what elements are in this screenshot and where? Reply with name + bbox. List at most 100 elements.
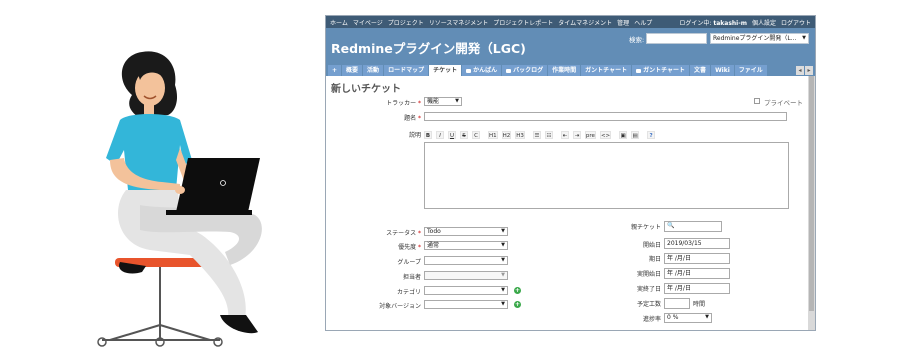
search-icon: 🔍 — [667, 222, 675, 229]
actual-start-date-label: 実開始日 — [636, 271, 661, 278]
chevron-down-icon: ▼ — [501, 272, 505, 278]
tab-documents[interactable]: 文書 — [690, 65, 711, 76]
link-icon[interactable]: <> — [599, 131, 612, 139]
status-label: ステータス * — [386, 230, 421, 237]
ordered-list-icon[interactable]: ☷ — [544, 131, 553, 139]
menu-help[interactable]: ヘルプ — [634, 18, 652, 27]
tab-roadmap[interactable]: ロードマップ — [384, 65, 429, 76]
menu-projects[interactable]: プロジェクト — [388, 18, 424, 27]
board-icon — [466, 68, 472, 73]
tab-gantt[interactable]: ガントチャート — [581, 65, 632, 76]
main-content: 新しいチケット トラッカー * 機能 ▼ プライベート 題名 * 説明 B I U… — [326, 76, 815, 330]
unordered-list-icon[interactable]: ☰ — [532, 131, 541, 139]
tab-spent-time[interactable]: 作業時間 — [548, 65, 581, 76]
tab-kanban[interactable]: かんばん — [462, 65, 502, 76]
hours-unit-label: 時間 — [693, 301, 706, 308]
tab-gantt-plugin[interactable]: ガントチャート — [632, 65, 690, 76]
category-label: カテゴリ — [396, 289, 421, 296]
tab-new[interactable]: + — [328, 65, 342, 76]
laptop — [176, 158, 260, 212]
group-label: グループ — [397, 259, 421, 266]
italic-button[interactable]: I — [436, 131, 444, 139]
tab-backlog[interactable]: バックログ — [502, 65, 548, 76]
due-date-input[interactable]: 年 /月/日 — [664, 253, 730, 264]
priority-select[interactable]: 通常 ▼ — [424, 241, 508, 250]
chevron-down-icon: ▼ — [501, 301, 505, 307]
description-textarea[interactable] — [424, 142, 789, 209]
scroll-left-icon[interactable]: ◂ — [796, 66, 804, 75]
start-date-input[interactable]: 2019/03/15 — [664, 238, 730, 249]
tab-wiki[interactable]: Wiki — [711, 65, 734, 76]
personal-settings-link[interactable]: 個人設定 — [752, 18, 776, 27]
redmine-screenshot: ホーム マイページ プロジェクト リソースマネジメント プロジェクトレポート タ… — [325, 15, 816, 331]
assignee-label: 担当者 — [402, 274, 421, 281]
wiki-toolbar: B I U S C H1 H2 H3 ☰ ☷ ⇤ ⇥ pre <> ▣ ▤ ? — [424, 131, 656, 139]
shoe — [220, 315, 258, 334]
heading2-button[interactable]: H2 — [501, 131, 512, 139]
actual-start-date-input[interactable]: 年 /月/日 — [664, 268, 730, 279]
category-select[interactable]: ▼ — [424, 286, 508, 295]
menu-time-management[interactable]: タイムマネジメント — [558, 18, 612, 27]
subject-label: 題名 * — [404, 115, 421, 122]
private-checkbox[interactable] — [754, 98, 760, 104]
version-label: 対象バージョン — [379, 303, 421, 310]
menu-project-report[interactable]: プロジェクトレポート — [493, 18, 553, 27]
account-menu: ログイン中: takashi-m 個人設定 ログアウト — [679, 18, 811, 27]
strike-button[interactable]: S — [460, 131, 468, 139]
estimated-hours-input[interactable] — [664, 298, 690, 309]
top-menu-bar: ホーム マイページ プロジェクト リソースマネジメント プロジェクトレポート タ… — [326, 16, 815, 28]
project-title[interactable]: Redmineプラグイン開発（LGC) — [331, 38, 526, 57]
code-button[interactable]: C — [472, 131, 480, 139]
priority-label: 優先度 * — [398, 244, 421, 251]
tab-activity[interactable]: 活動 — [363, 65, 384, 76]
tracker-select[interactable]: 機能 ▼ — [424, 97, 462, 106]
parent-issue-label: 親チケット — [630, 224, 661, 231]
help-icon[interactable]: ? — [647, 131, 656, 139]
assignee-select[interactable]: ▼ — [424, 271, 508, 280]
actual-end-date-input[interactable]: 年 /月/日 — [664, 283, 730, 294]
tab-issues[interactable]: チケット — [429, 65, 462, 76]
description-label: 説明 — [408, 132, 421, 139]
bold-button[interactable]: B — [424, 131, 432, 139]
tracker-label: トラッカー * — [386, 100, 421, 107]
search-input[interactable] — [646, 33, 707, 44]
pre-button[interactable]: pre — [584, 131, 596, 139]
version-select[interactable]: ▼ — [424, 300, 508, 309]
menu-admin[interactable]: 管理 — [617, 18, 629, 27]
outdent-icon[interactable]: ⇤ — [560, 131, 569, 139]
menu-my-page[interactable]: マイページ — [353, 18, 383, 27]
subject-input[interactable] — [424, 112, 787, 121]
scrollbar-thumb[interactable] — [809, 76, 814, 311]
add-category-icon[interactable]: + — [514, 287, 521, 294]
tab-overview[interactable]: 概要 — [342, 65, 363, 76]
tab-files[interactable]: ファイル — [734, 65, 767, 76]
chevron-down-icon: ▼ — [501, 228, 505, 234]
table-icon[interactable]: ▤ — [631, 131, 640, 139]
add-version-icon[interactable]: + — [514, 301, 521, 308]
woman-laptop-illustration — [97, 51, 262, 347]
tab-scroll-buttons: ◂ ▸ — [796, 66, 813, 75]
menu-home[interactable]: ホーム — [330, 18, 348, 27]
menu-resource-management[interactable]: リソースマネジメント — [429, 18, 489, 27]
vertical-scrollbar[interactable] — [808, 76, 815, 330]
search-label: 検索: — [629, 36, 645, 44]
underline-button[interactable]: U — [448, 131, 456, 139]
login-label: ログイン中: — [679, 19, 712, 27]
image-icon[interactable]: ▣ — [619, 131, 628, 139]
scroll-right-icon[interactable]: ▸ — [805, 66, 813, 75]
indent-icon[interactable]: ⇥ — [572, 131, 581, 139]
heading3-button[interactable]: H3 — [515, 131, 525, 139]
project-jump-select[interactable]: Redmineプラグイン開発（L... ▼ — [710, 33, 809, 44]
parent-issue-input[interactable]: 🔍 — [664, 221, 722, 232]
board-icon — [506, 68, 512, 73]
chevron-down-icon: ▼ — [802, 35, 806, 41]
done-ratio-select[interactable]: 0 % ▼ — [664, 313, 712, 323]
heading1-button[interactable]: H1 — [488, 131, 498, 139]
group-select[interactable]: ▼ — [424, 256, 508, 265]
page-title: 新しいチケット — [331, 84, 401, 95]
logout-link[interactable]: ログアウト — [781, 18, 811, 27]
chevron-down-icon: ▼ — [501, 257, 505, 263]
username-link[interactable]: takashi-m — [713, 20, 747, 27]
status-select[interactable]: Todo ▼ — [424, 227, 508, 236]
estimated-hours-label: 予定工数 — [636, 301, 661, 308]
